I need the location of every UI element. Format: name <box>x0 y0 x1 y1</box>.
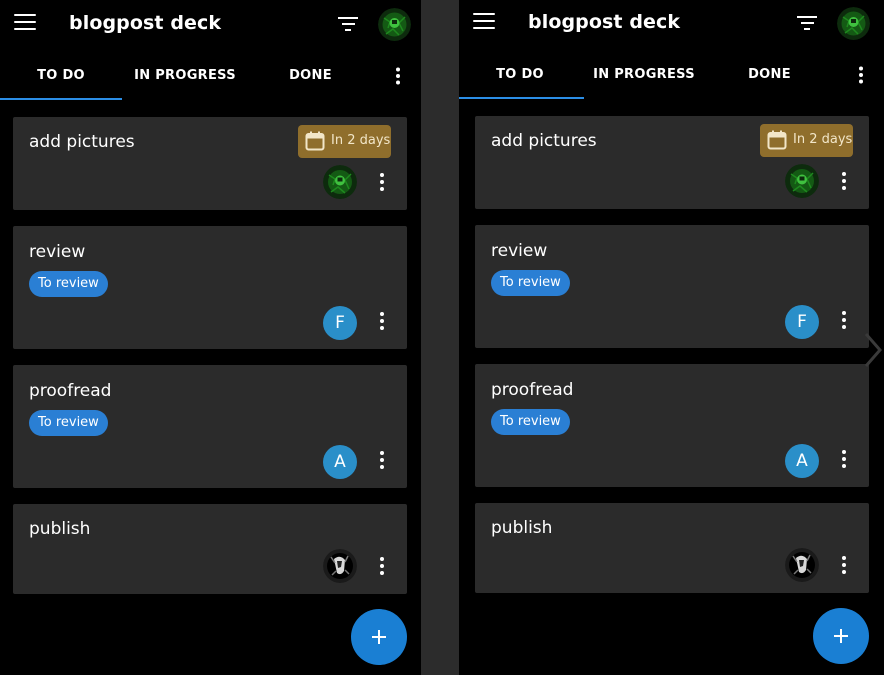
card-add-pictures[interactable]: add pictures In 2 days <box>475 116 869 209</box>
active-tab-indicator <box>459 97 584 99</box>
hamburger-menu-icon[interactable] <box>473 13 495 31</box>
card-more-icon[interactable] <box>373 449 391 471</box>
card-title: review <box>491 241 548 261</box>
card-review[interactable]: review To review F <box>13 226 407 349</box>
hamburger-menu-icon[interactable] <box>14 14 36 32</box>
active-tab-indicator <box>0 98 122 100</box>
due-date-text: In 2 days <box>331 133 391 148</box>
filter-icon[interactable] <box>338 17 358 31</box>
app-bar: blogpost deck <box>0 0 421 50</box>
card-title: add pictures <box>29 132 135 152</box>
card-add-pictures[interactable]: add pictures In 2 days <box>13 117 407 210</box>
tab-in-progress[interactable]: IN PROGRESS <box>581 53 707 97</box>
assignee-avatar <box>323 165 357 199</box>
plus-icon <box>372 630 386 644</box>
tab-done[interactable]: DONE <box>248 54 373 98</box>
card-more-icon[interactable] <box>373 171 391 193</box>
deck-pane-right: blogpost deck TO DO IN PROGRESS DONE add… <box>459 0 884 674</box>
user-avatar[interactable] <box>378 8 411 41</box>
add-card-button[interactable] <box>813 608 869 664</box>
assignee-avatar: A <box>323 445 357 479</box>
card-title: proofread <box>29 381 112 401</box>
due-date-badge: In 2 days <box>298 125 391 158</box>
tab-done[interactable]: DONE <box>707 53 832 97</box>
due-date-badge: In 2 days <box>760 124 853 157</box>
card-more-icon[interactable] <box>373 555 391 577</box>
calendar-icon <box>305 131 325 151</box>
stack-tabs: TO DO IN PROGRESS DONE <box>459 53 880 100</box>
calendar-icon <box>767 130 787 150</box>
assignee-avatar: F <box>785 305 819 339</box>
due-date-text: In 2 days <box>793 132 853 147</box>
label-chip: To review <box>29 410 108 436</box>
assignee-avatar <box>785 164 819 198</box>
card-proofread[interactable]: proofread To review A <box>475 364 869 487</box>
card-title: add pictures <box>491 131 597 151</box>
card-review[interactable]: review To review F <box>475 225 869 348</box>
card-more-icon[interactable] <box>835 554 853 576</box>
chevron-right-icon[interactable] <box>860 330 884 370</box>
label-chip: To review <box>29 271 108 297</box>
stack-tabs: TO DO IN PROGRESS DONE <box>0 54 421 101</box>
page-title: blogpost deck <box>528 11 681 33</box>
label-chip: To review <box>491 270 570 296</box>
filter-icon[interactable] <box>797 16 817 30</box>
card-more-icon[interactable] <box>373 310 391 332</box>
more-vertical-icon[interactable] <box>388 66 408 86</box>
more-vertical-icon[interactable] <box>851 65 871 85</box>
card-more-icon[interactable] <box>835 170 853 192</box>
assignee-avatar: A <box>785 444 819 478</box>
add-card-button[interactable] <box>351 609 407 665</box>
tab-todo[interactable]: TO DO <box>459 53 581 97</box>
plus-icon <box>834 629 848 643</box>
label-chip: To review <box>491 409 570 435</box>
card-more-icon[interactable] <box>835 309 853 331</box>
card-proofread[interactable]: proofread To review A <box>13 365 407 488</box>
app-bar: blogpost deck <box>459 0 880 49</box>
split-divider[interactable] <box>421 0 459 675</box>
deck-pane-left: blogpost deck TO DO IN PROGRESS DONE add… <box>0 0 421 675</box>
user-avatar[interactable] <box>837 7 870 40</box>
assignee-avatar <box>785 548 819 582</box>
tab-in-progress[interactable]: IN PROGRESS <box>122 54 248 98</box>
tab-todo[interactable]: TO DO <box>0 54 122 98</box>
card-more-icon[interactable] <box>835 448 853 470</box>
card-publish[interactable]: publish <box>475 503 869 593</box>
assignee-avatar <box>323 549 357 583</box>
card-publish[interactable]: publish <box>13 504 407 594</box>
card-title: proofread <box>491 380 574 400</box>
card-title: review <box>29 242 86 262</box>
assignee-avatar: F <box>323 306 357 340</box>
page-title: blogpost deck <box>69 12 222 34</box>
card-title: publish <box>29 519 91 539</box>
card-title: publish <box>491 518 553 538</box>
